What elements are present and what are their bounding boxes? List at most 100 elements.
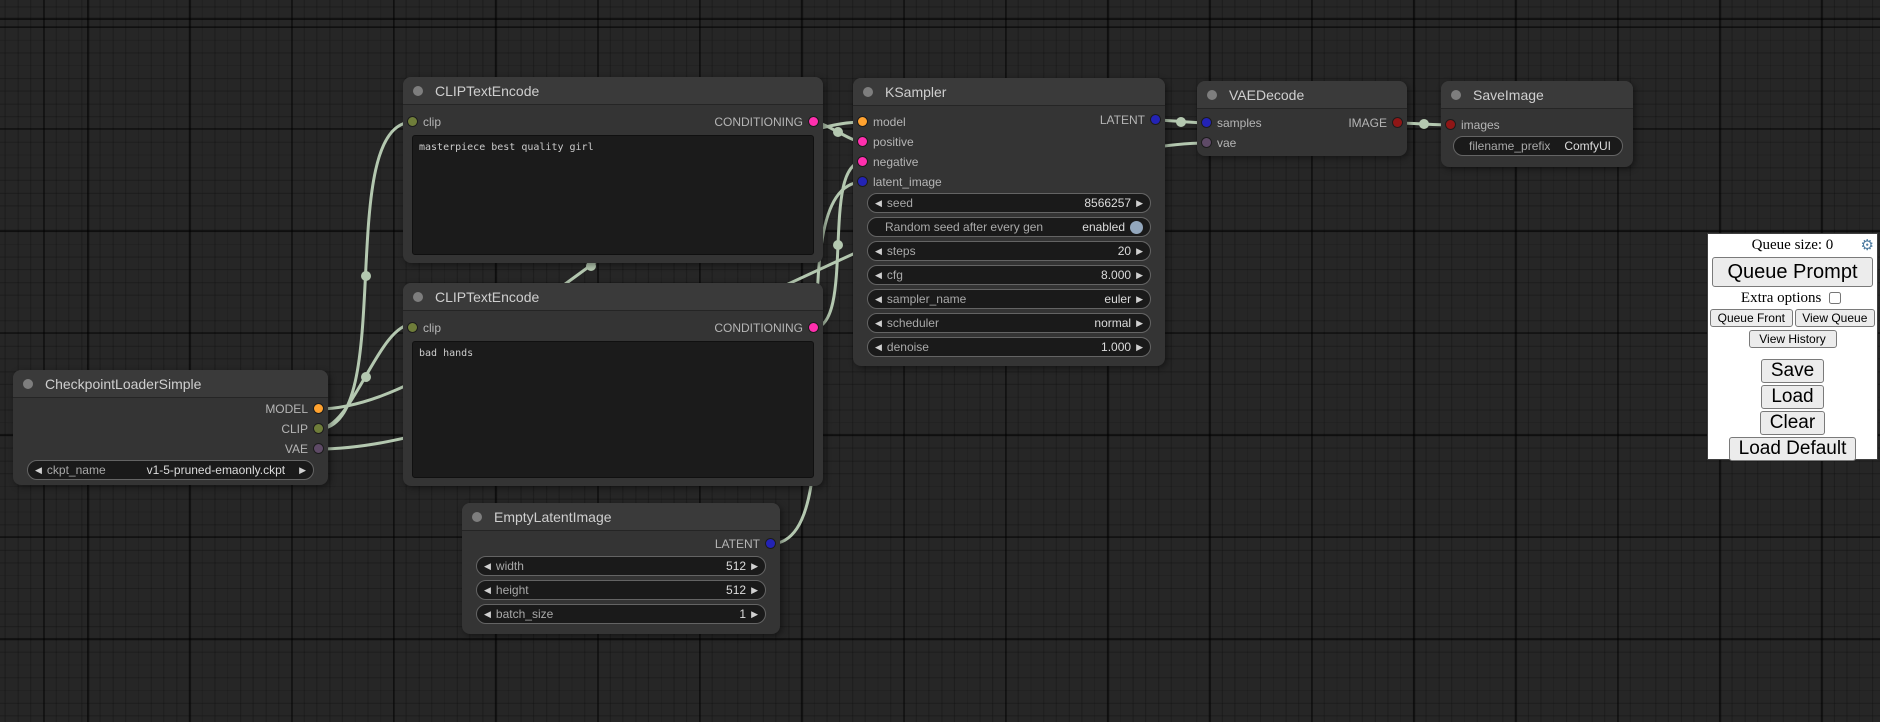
increment-arrow-icon[interactable]: ▶ [1136,314,1143,332]
prompt-textarea[interactable]: masterpiece best quality girl [412,135,814,255]
image-port-dot[interactable] [1446,120,1455,129]
queue-prompt-button[interactable]: Queue Prompt [1712,257,1873,287]
input-port-model[interactable]: model [853,115,906,129]
node-title-bar[interactable]: CheckpointLoaderSimple [13,370,328,398]
widget-random-seed-toggle[interactable]: Random seed after every gen enabled [867,217,1151,237]
node-ksampler: KSampler model positive negative latent_… [853,78,1165,366]
widget-batch-size[interactable]: ◀ batch_size 1 ▶ [476,604,766,624]
save-button[interactable]: Save [1761,359,1824,383]
input-port-clip[interactable]: clip [403,321,441,335]
vae-port-dot[interactable] [1202,138,1211,147]
clip-port-dot[interactable] [408,117,417,126]
output-port-conditioning[interactable]: CONDITIONING [714,321,823,335]
collapse-dot-icon[interactable] [863,87,873,97]
view-queue-button[interactable]: View Queue [1795,309,1875,327]
conditioning-port-dot[interactable] [809,323,818,332]
increment-arrow-icon[interactable]: ▶ [751,581,758,599]
widget-steps[interactable]: ◀ steps 20 ▶ [867,241,1151,261]
node-empty-latent-image: EmptyLatentImage LATENT ◀ width 512 ▶ ◀ … [462,503,780,634]
latent-port-dot[interactable] [1202,118,1211,127]
input-port-vae[interactable]: vae [1197,136,1236,150]
view-history-button[interactable]: View History [1749,330,1837,348]
output-port-model[interactable]: MODEL [265,402,328,416]
decrement-arrow-icon[interactable]: ◀ [35,461,42,479]
input-port-images[interactable]: images [1441,118,1500,132]
increment-arrow-icon[interactable]: ▶ [1136,194,1143,212]
output-port-clip[interactable]: CLIP [281,422,328,436]
node-title-bar[interactable]: SaveImage [1441,81,1633,109]
increment-arrow-icon[interactable]: ▶ [1136,290,1143,308]
decrement-arrow-icon[interactable]: ◀ [484,605,491,623]
output-port-latent[interactable]: LATENT [1100,113,1165,127]
load-button[interactable]: Load [1761,385,1823,409]
widget-scheduler[interactable]: ◀ scheduler normal ▶ [867,313,1151,333]
input-port-positive[interactable]: positive [853,135,914,149]
decrement-arrow-icon[interactable]: ◀ [875,290,882,308]
collapse-dot-icon[interactable] [23,379,33,389]
extra-options-checkbox[interactable] [1829,292,1841,304]
latent-port-dot[interactable] [858,177,867,186]
widget-cfg[interactable]: ◀ cfg 8.000 ▶ [867,265,1151,285]
node-title-bar[interactable]: KSampler [853,78,1165,106]
node-title-bar[interactable]: CLIPTextEncode [403,77,823,105]
increment-arrow-icon[interactable]: ▶ [1136,266,1143,284]
widget-filename-prefix[interactable]: filename_prefix ComfyUI [1453,136,1623,156]
decrement-arrow-icon[interactable]: ◀ [875,338,882,356]
model-port-dot[interactable] [858,117,867,126]
widget-ckpt-name[interactable]: ◀ ckpt_name v1-5-pruned-emaonly.ckpt ▶ [27,460,314,480]
decrement-arrow-icon[interactable]: ◀ [484,557,491,575]
clip-port-dot[interactable] [408,323,417,332]
clear-button[interactable]: Clear [1760,411,1825,435]
input-port-latent-image[interactable]: latent_image [853,175,942,189]
image-port-dot[interactable] [1393,118,1402,127]
output-port-latent[interactable]: LATENT [715,537,780,551]
increment-arrow-icon[interactable]: ▶ [751,557,758,575]
output-port-conditioning[interactable]: CONDITIONING [714,115,823,129]
latent-port-dot[interactable] [1151,115,1160,124]
decrement-arrow-icon[interactable]: ◀ [875,194,882,212]
decrement-arrow-icon[interactable]: ◀ [484,581,491,599]
increment-arrow-icon[interactable]: ▶ [299,461,306,479]
output-port-vae[interactable]: VAE [285,442,328,456]
increment-arrow-icon[interactable]: ▶ [1136,242,1143,260]
collapse-dot-icon[interactable] [413,86,423,96]
input-port-negative[interactable]: negative [853,155,918,169]
port-label: MODEL [265,402,308,416]
widget-value: normal [1094,316,1131,330]
node-title-bar[interactable]: VAEDecode [1197,81,1407,109]
prompt-textarea[interactable]: bad hands [412,341,814,478]
collapse-dot-icon[interactable] [1207,90,1217,100]
collapse-dot-icon[interactable] [413,292,423,302]
port-label: model [873,115,906,129]
node-title-bar[interactable]: CLIPTextEncode [403,283,823,311]
input-port-samples[interactable]: samples [1197,116,1262,130]
load-default-button[interactable]: Load Default [1729,437,1857,461]
decrement-arrow-icon[interactable]: ◀ [875,314,882,332]
settings-gear-icon[interactable]: ⚙ [1861,236,1874,255]
decrement-arrow-icon[interactable]: ◀ [875,242,882,260]
widget-width[interactable]: ◀ width 512 ▶ [476,556,766,576]
increment-arrow-icon[interactable]: ▶ [751,605,758,623]
conditioning-port-dot[interactable] [858,157,867,166]
widget-value: v1-5-pruned-emaonly.ckpt [147,463,286,477]
conditioning-port-dot[interactable] [809,117,818,126]
output-port-image[interactable]: IMAGE [1348,116,1407,130]
conditioning-port-dot[interactable] [858,137,867,146]
decrement-arrow-icon[interactable]: ◀ [875,266,882,284]
widget-height[interactable]: ◀ height 512 ▶ [476,580,766,600]
queue-front-button[interactable]: Queue Front [1710,309,1793,327]
vae-port-dot[interactable] [314,444,323,453]
clip-port-dot[interactable] [314,424,323,433]
widget-seed[interactable]: ◀ seed 8566257 ▶ [867,193,1151,213]
model-port-dot[interactable] [314,404,323,413]
latent-port-dot[interactable] [766,539,775,548]
node-title-bar[interactable]: EmptyLatentImage [462,503,780,531]
collapse-dot-icon[interactable] [1451,90,1461,100]
node-graph-canvas[interactable]: CheckpointLoaderSimple MODEL CLIP VAE ◀ … [0,0,1880,722]
widget-denoise[interactable]: ◀ denoise 1.000 ▶ [867,337,1151,357]
collapse-dot-icon[interactable] [472,512,482,522]
widget-sampler-name[interactable]: ◀ sampler_name euler ▶ [867,289,1151,309]
toggle-circle-icon[interactable] [1130,221,1143,234]
input-port-clip[interactable]: clip [403,115,441,129]
increment-arrow-icon[interactable]: ▶ [1136,338,1143,356]
